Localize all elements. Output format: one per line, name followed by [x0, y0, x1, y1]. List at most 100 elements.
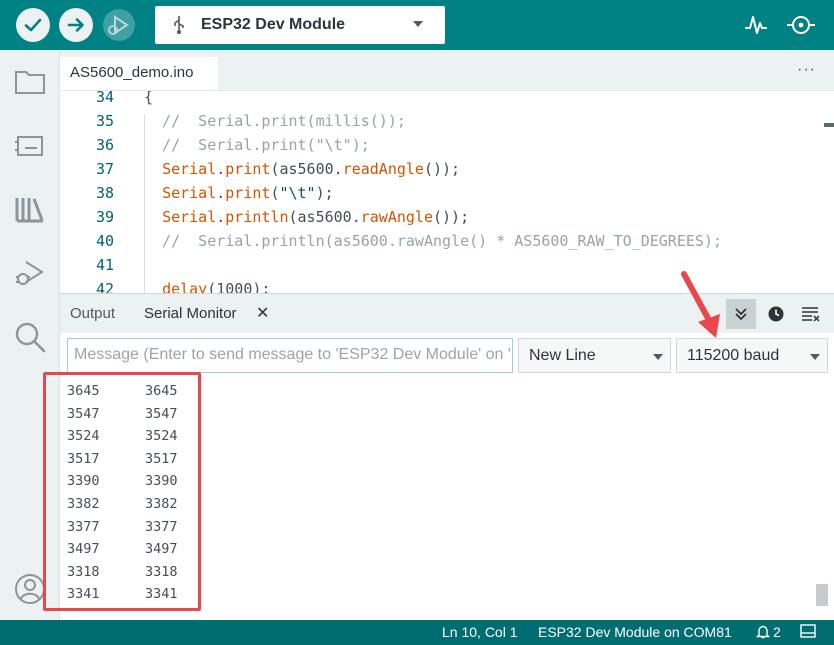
annotation-arrow-icon	[681, 271, 720, 338]
code-text: Serial.print(as5600.readAngle());	[144, 157, 460, 181]
scrollbar-thumb[interactable]	[824, 123, 834, 127]
upload-button[interactable]	[59, 8, 93, 42]
code-token: readAngle	[342, 160, 424, 178]
line-number: 40	[95, 232, 114, 250]
check-icon	[24, 18, 42, 32]
sketchbook-button[interactable]	[13, 64, 47, 98]
code-token: print	[225, 160, 271, 178]
usb-icon	[174, 16, 184, 34]
search-icon	[15, 322, 46, 353]
clock-icon	[768, 306, 784, 322]
close-icon[interactable]: ✕	[256, 303, 269, 323]
boards-manager-button[interactable]	[13, 128, 47, 162]
code-line: 35 // Serial.print(millis());	[60, 109, 820, 133]
code-text: // Serial.println(as5600.rawAngle() * AS…	[144, 229, 722, 253]
verify-button[interactable]	[16, 8, 50, 42]
library-manager-button[interactable]	[13, 192, 47, 226]
editor-tab[interactable]: AS5600_demo.ino	[60, 57, 218, 90]
line-number: 39	[95, 208, 114, 226]
serial-plotter-button[interactable]	[742, 12, 770, 38]
editor-scrollbar[interactable]	[824, 91, 834, 293]
message-input[interactable]: Message (Enter to send message to 'ESP32…	[67, 338, 513, 373]
line-number: 42	[95, 280, 114, 293]
code-text: Serial.print("\t");	[144, 181, 334, 205]
code-token: // Serial.println(as5600.rawAngle() * AS…	[144, 232, 722, 250]
line-number: 34	[95, 90, 114, 106]
code-line: 38 Serial.print("\t");	[60, 181, 820, 205]
line-number: 35	[95, 112, 114, 130]
editor-tabbar: AS5600_demo.ino ···	[60, 50, 834, 90]
code-token: ());	[423, 160, 461, 178]
folder-icon	[15, 71, 45, 94]
line-number: 36	[95, 136, 114, 154]
baud-rate-select[interactable]: 115200 baud	[676, 338, 828, 373]
status-bar: Ln 10, Col 1 ESP32 Dev Module on COM81 2	[0, 620, 834, 645]
code-token: (1000);	[207, 280, 271, 293]
line-ending-select[interactable]: New Line	[518, 338, 671, 373]
serial-monitor-button[interactable]	[786, 12, 815, 38]
code-token: print	[225, 184, 271, 202]
line-number: 37	[95, 160, 114, 178]
baud-rate-value: 115200 baud	[687, 347, 780, 364]
tab-serial-monitor[interactable]: Serial Monitor	[144, 305, 237, 322]
clear-output-button[interactable]	[796, 299, 826, 329]
bell-icon	[756, 625, 770, 639]
panel-icon	[800, 624, 816, 638]
account-icon	[15, 574, 45, 604]
serial-plotter-icon	[745, 16, 767, 34]
board-manager-icon	[15, 136, 43, 156]
debug-button[interactable]	[102, 8, 136, 42]
clear-output-icon	[802, 307, 820, 322]
debug-icon	[16, 261, 44, 285]
code-line: 37 Serial.print(as5600.readAngle());	[60, 157, 820, 181]
notifications-button[interactable]: 2	[756, 624, 781, 640]
arrow-right-icon	[67, 18, 84, 32]
code-token: rawAngle	[360, 208, 433, 226]
code-text: delay(1000);	[144, 277, 270, 293]
debug-icon	[103, 9, 135, 41]
debug-panel-button[interactable]	[13, 256, 47, 290]
code-token: // Serial.print(millis());	[144, 112, 406, 130]
serial-scrollbar[interactable]	[816, 584, 828, 606]
code-token: );	[315, 184, 334, 202]
line-ending-value: New Line	[529, 347, 596, 364]
more-icon[interactable]: ···	[797, 61, 816, 79]
code-text: // Serial.print(millis());	[144, 109, 406, 133]
toggle-panel-button[interactable]	[800, 624, 816, 641]
code-token: .	[216, 208, 226, 226]
chevron-down-icon	[810, 354, 820, 360]
autoscroll-button[interactable]	[726, 299, 756, 329]
board-selector[interactable]: ESP32 Dev Module	[155, 6, 445, 44]
serial-monitor-icon	[787, 16, 815, 34]
timestamp-button[interactable]	[761, 299, 791, 329]
toolbar: ESP32 Dev Module	[0, 0, 834, 50]
code-editor[interactable]: 34 {35 // Serial.print(millis()); 36 // Se…	[60, 90, 834, 293]
code-text: Serial.println(as5600.rawAngle());	[144, 205, 469, 229]
code-token: (as5600.	[288, 208, 361, 226]
code-text: {	[144, 91, 153, 109]
code-line: 39 Serial.println(as5600.rawAngle());	[60, 205, 820, 229]
notification-count: 2	[773, 624, 781, 640]
board-port-status[interactable]: ESP32 Dev Module on COM81	[538, 624, 732, 640]
library-icon	[15, 198, 44, 223]
code-token: Serial	[162, 160, 217, 178]
line-number: 41	[95, 256, 114, 274]
code-token: (as5600.	[270, 160, 343, 178]
code-token: "\t"	[279, 184, 316, 202]
code-token: delay	[162, 280, 208, 293]
search-button[interactable]	[13, 320, 47, 354]
highlight-box	[43, 372, 201, 611]
code-token: Serial	[162, 208, 217, 226]
code-text: // Serial.print("\t");	[144, 133, 370, 157]
tab-output[interactable]: Output	[70, 305, 115, 322]
code-token: .	[216, 160, 226, 178]
code-line: 40 // Serial.println(as5600.rawAngle() *…	[60, 229, 820, 253]
board-name: ESP32 Dev Module	[201, 16, 346, 33]
indent-guide	[144, 115, 145, 293]
cursor-position[interactable]: Ln 10, Col 1	[442, 624, 518, 640]
account-button[interactable]	[13, 572, 47, 606]
